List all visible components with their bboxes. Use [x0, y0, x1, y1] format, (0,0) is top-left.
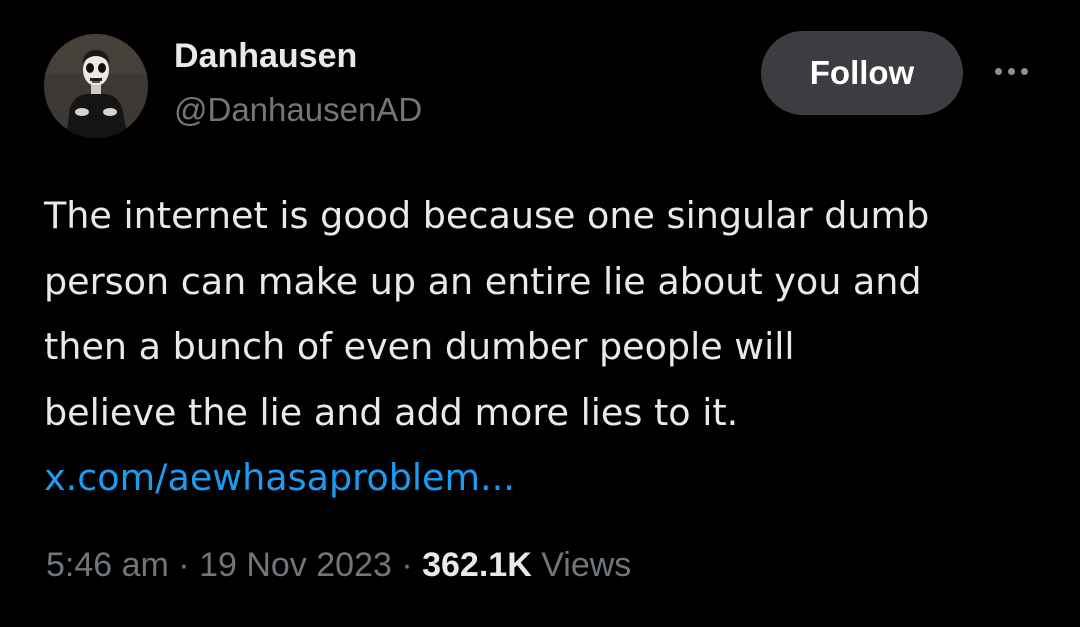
tweet-header: Danhausen @DanhausenAD Follow: [44, 30, 1044, 142]
tweet-text-line: believe the lie and add more lies to it.: [44, 390, 739, 434]
meta-separator: ·: [391, 546, 423, 584]
tweet-text: The internet is good because one singula…: [44, 183, 1054, 511]
meta-separator: ·: [168, 546, 200, 584]
tweet-text-line: The internet is good because one singula…: [44, 194, 930, 237]
views-label: Views: [531, 546, 632, 584]
avatar[interactable]: [44, 34, 148, 138]
author-display-name[interactable]: Danhausen: [174, 36, 422, 76]
tweet-card: Danhausen @DanhausenAD Follow The intern…: [0, 0, 1080, 627]
more-icon[interactable]: [986, 56, 1036, 86]
more-icon-dot: [1020, 67, 1028, 75]
tweet-date[interactable]: 19 Nov 2023: [199, 546, 392, 584]
author-handle[interactable]: @DanhausenAD: [174, 90, 422, 130]
follow-button[interactable]: Follow: [761, 31, 963, 115]
tweet-text-line: then a bunch of even dumber people will: [44, 325, 795, 368]
author-names: Danhausen @DanhausenAD: [174, 36, 422, 130]
more-icon-dot: [1007, 67, 1015, 75]
tweet-link[interactable]: x.com/aewhasaproblem...: [44, 445, 1054, 511]
views-count[interactable]: 362.1K: [422, 546, 532, 584]
avatar-image: [44, 34, 148, 138]
more-icon-dot: [994, 67, 1002, 75]
tweet-meta: 5:46 am · 19 Nov 2023 · 362.1K Views: [46, 543, 631, 587]
tweet-time[interactable]: 5:46 am: [46, 546, 169, 584]
tweet-text-line: person can make up an entire lie about y…: [44, 259, 922, 303]
